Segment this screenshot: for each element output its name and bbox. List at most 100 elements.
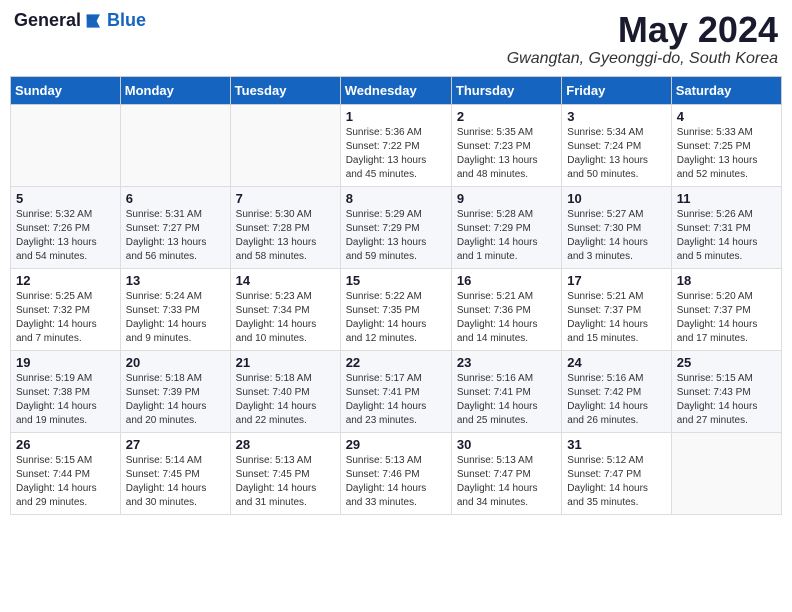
- logo-flag-icon: [85, 11, 105, 31]
- weekday-header-row: SundayMondayTuesdayWednesdayThursdayFrid…: [11, 76, 782, 104]
- cell-content: Sunrise: 5:35 AMSunset: 7:23 PMDaylight:…: [457, 126, 556, 182]
- cell-content: Sunrise: 5:12 AMSunset: 7:47 PMDaylight:…: [567, 454, 665, 510]
- day-number: 16: [457, 273, 556, 288]
- cell-content: Sunrise: 5:13 AMSunset: 7:45 PMDaylight:…: [236, 454, 335, 510]
- calendar-cell: 15 Sunrise: 5:22 AMSunset: 7:35 PMDayligh…: [340, 268, 451, 350]
- day-number: 8: [346, 191, 446, 206]
- day-number: 25: [677, 355, 776, 370]
- cell-content: Sunrise: 5:26 AMSunset: 7:31 PMDaylight:…: [677, 208, 776, 264]
- weekday-header-tuesday: Tuesday: [230, 76, 340, 104]
- day-number: 15: [346, 273, 446, 288]
- weekday-header-saturday: Saturday: [671, 76, 781, 104]
- cell-content: Sunrise: 5:14 AMSunset: 7:45 PMDaylight:…: [126, 454, 225, 510]
- calendar-cell: 21Sunrise: 5:18 AMSunset: 7:40 PMDayligh…: [230, 350, 340, 432]
- calendar-cell: 28Sunrise: 5:13 AMSunset: 7:45 PMDayligh…: [230, 432, 340, 514]
- weekday-header-wednesday: Wednesday: [340, 76, 451, 104]
- logo-general-text: General: [14, 10, 81, 31]
- cell-content: Sunrise: 5:19 AMSunset: 7:38 PMDaylight:…: [16, 372, 115, 428]
- calendar-cell: 9 Sunrise: 5:28 AMSunset: 7:29 PMDaylight…: [451, 186, 561, 268]
- day-number: 13: [126, 273, 225, 288]
- calendar-table: SundayMondayTuesdayWednesdayThursdayFrid…: [10, 76, 782, 515]
- calendar-cell: [11, 104, 121, 186]
- day-number: 2: [457, 109, 556, 124]
- calendar-cell: 16 Sunrise: 5:21 AMSunset: 7:36 PMDayligh…: [451, 268, 561, 350]
- cell-content: Sunrise: 5:31 AMSunset: 7:27 PMDaylight:…: [126, 208, 225, 264]
- calendar-week-row: 5 Sunrise: 5:32 AMSunset: 7:26 PMDaylight…: [11, 186, 782, 268]
- cell-content: Sunrise: 5:13 AMSunset: 7:47 PMDaylight:…: [457, 454, 556, 510]
- cell-content: Sunrise: 5:13 AMSunset: 7:46 PMDaylight:…: [346, 454, 446, 510]
- day-number: 31: [567, 437, 665, 452]
- title-block: May 2024 Gwangtan, Gyeonggi-do, South Ko…: [507, 10, 778, 68]
- month-title: May 2024: [507, 10, 778, 50]
- calendar-cell: 27 Sunrise: 5:14 AMSunset: 7:45 PMDayligh…: [120, 432, 230, 514]
- day-number: 29: [346, 437, 446, 452]
- calendar-cell: 13 Sunrise: 5:24 AMSunset: 7:33 PMDayligh…: [120, 268, 230, 350]
- calendar-cell: 29 Sunrise: 5:13 AMSunset: 7:46 PMDayligh…: [340, 432, 451, 514]
- day-number: 18: [677, 273, 776, 288]
- day-number: 12: [16, 273, 115, 288]
- calendar-cell: 7 Sunrise: 5:30 AMSunset: 7:28 PMDaylight…: [230, 186, 340, 268]
- cell-content: Sunrise: 5:15 AMSunset: 7:43 PMDaylight:…: [677, 372, 776, 428]
- day-number: 30: [457, 437, 556, 452]
- day-number: 20: [126, 355, 225, 370]
- calendar-cell: 26Sunrise: 5:15 AMSunset: 7:44 PMDayligh…: [11, 432, 121, 514]
- calendar-week-row: 1Sunrise: 5:36 AMSunset: 7:22 PMDaylight…: [11, 104, 782, 186]
- calendar-cell: [230, 104, 340, 186]
- day-number: 7: [236, 191, 335, 206]
- calendar-cell: 4 Sunrise: 5:33 AMSunset: 7:25 PMDaylight…: [671, 104, 781, 186]
- day-number: 24: [567, 355, 665, 370]
- cell-content: Sunrise: 5:23 AMSunset: 7:34 PMDaylight:…: [236, 290, 335, 346]
- calendar-cell: 22 Sunrise: 5:17 AMSunset: 7:41 PMDayligh…: [340, 350, 451, 432]
- cell-content: Sunrise: 5:30 AMSunset: 7:28 PMDaylight:…: [236, 208, 335, 264]
- cell-content: Sunrise: 5:17 AMSunset: 7:41 PMDaylight:…: [346, 372, 446, 428]
- day-number: 4: [677, 109, 776, 124]
- cell-content: Sunrise: 5:21 AMSunset: 7:37 PMDaylight:…: [567, 290, 665, 346]
- location-subtitle: Gwangtan, Gyeonggi-do, South Korea: [507, 50, 778, 68]
- day-number: 14: [236, 273, 335, 288]
- day-number: 17: [567, 273, 665, 288]
- calendar-week-row: 19 Sunrise: 5:19 AMSunset: 7:38 PMDayligh…: [11, 350, 782, 432]
- weekday-header-thursday: Thursday: [451, 76, 561, 104]
- day-number: 6: [126, 191, 225, 206]
- day-number: 9: [457, 191, 556, 206]
- calendar-week-row: 26Sunrise: 5:15 AMSunset: 7:44 PMDayligh…: [11, 432, 782, 514]
- logo-blue-text: Blue: [107, 10, 146, 31]
- cell-content: Sunrise: 5:22 AMSunset: 7:35 PMDaylight:…: [346, 290, 446, 346]
- page-header: General Blue May 2024 Gwangtan, Gyeonggi…: [10, 10, 782, 68]
- day-number: 19: [16, 355, 115, 370]
- calendar-cell: 24 Sunrise: 5:16 AMSunset: 7:42 PMDayligh…: [562, 350, 671, 432]
- calendar-cell: 12Sunrise: 5:25 AMSunset: 7:32 PMDayligh…: [11, 268, 121, 350]
- day-number: 10: [567, 191, 665, 206]
- weekday-header-monday: Monday: [120, 76, 230, 104]
- calendar-cell: 3Sunrise: 5:34 AMSunset: 7:24 PMDaylight…: [562, 104, 671, 186]
- day-number: 26: [16, 437, 115, 452]
- cell-content: Sunrise: 5:27 AMSunset: 7:30 PMDaylight:…: [567, 208, 665, 264]
- weekday-header-friday: Friday: [562, 76, 671, 104]
- calendar-cell: 31 Sunrise: 5:12 AMSunset: 7:47 PMDayligh…: [562, 432, 671, 514]
- cell-content: Sunrise: 5:16 AMSunset: 7:41 PMDaylight:…: [457, 372, 556, 428]
- calendar-cell: 23Sunrise: 5:16 AMSunset: 7:41 PMDayligh…: [451, 350, 561, 432]
- day-number: 3: [567, 109, 665, 124]
- cell-content: Sunrise: 5:20 AMSunset: 7:37 PMDaylight:…: [677, 290, 776, 346]
- cell-content: Sunrise: 5:33 AMSunset: 7:25 PMDaylight:…: [677, 126, 776, 182]
- day-number: 22: [346, 355, 446, 370]
- day-number: 21: [236, 355, 335, 370]
- calendar-cell: 17 Sunrise: 5:21 AMSunset: 7:37 PMDayligh…: [562, 268, 671, 350]
- calendar-cell: 10 Sunrise: 5:27 AMSunset: 7:30 PMDayligh…: [562, 186, 671, 268]
- cell-content: Sunrise: 5:32 AMSunset: 7:26 PMDaylight:…: [16, 208, 115, 264]
- calendar-cell: 19 Sunrise: 5:19 AMSunset: 7:38 PMDayligh…: [11, 350, 121, 432]
- calendar-cell: 14 Sunrise: 5:23 AMSunset: 7:34 PMDayligh…: [230, 268, 340, 350]
- calendar-cell: 20Sunrise: 5:18 AMSunset: 7:39 PMDayligh…: [120, 350, 230, 432]
- cell-content: Sunrise: 5:24 AMSunset: 7:33 PMDaylight:…: [126, 290, 225, 346]
- day-number: 1: [346, 109, 446, 124]
- cell-content: Sunrise: 5:21 AMSunset: 7:36 PMDaylight:…: [457, 290, 556, 346]
- calendar-cell: [671, 432, 781, 514]
- calendar-cell: 18 Sunrise: 5:20 AMSunset: 7:37 PMDayligh…: [671, 268, 781, 350]
- cell-content: Sunrise: 5:28 AMSunset: 7:29 PMDaylight:…: [457, 208, 556, 264]
- day-number: 5: [16, 191, 115, 206]
- calendar-cell: 1Sunrise: 5:36 AMSunset: 7:22 PMDaylight…: [340, 104, 451, 186]
- calendar-cell: 2 Sunrise: 5:35 AMSunset: 7:23 PMDaylight…: [451, 104, 561, 186]
- day-number: 27: [126, 437, 225, 452]
- cell-content: Sunrise: 5:16 AMSunset: 7:42 PMDaylight:…: [567, 372, 665, 428]
- calendar-cell: 5 Sunrise: 5:32 AMSunset: 7:26 PMDaylight…: [11, 186, 121, 268]
